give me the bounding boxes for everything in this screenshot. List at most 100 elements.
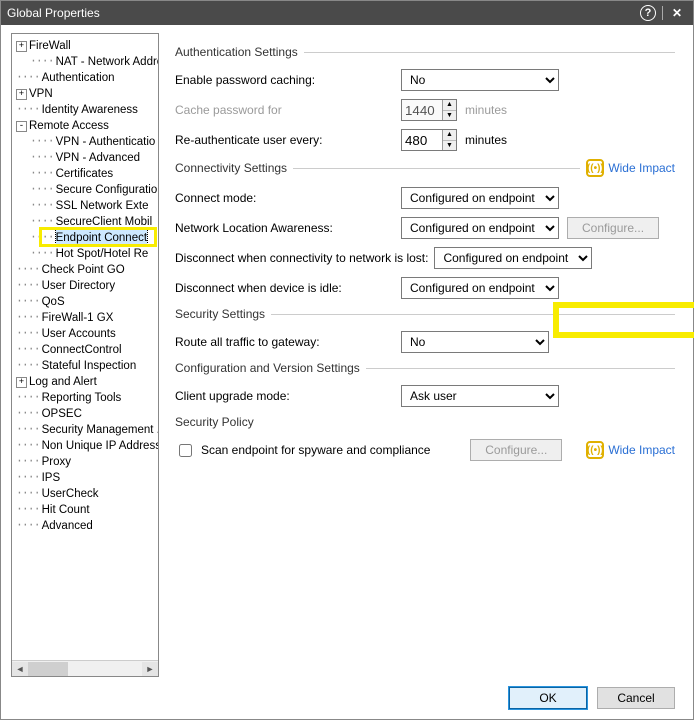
tree-item[interactable]: ····UserCheck <box>12 486 158 502</box>
tree-item[interactable]: ····User Directory <box>12 278 158 294</box>
tree-item[interactable]: ····NAT - Network Addres <box>12 54 158 70</box>
tree-item[interactable]: ····SecureClient Mobil <box>12 214 158 230</box>
nav-tree-panel: +FireWall····NAT - Network Addres····Aut… <box>11 33 159 677</box>
tree-item-label: Advanced <box>42 518 93 534</box>
tree-item-label: Proxy <box>42 454 71 470</box>
tree-item[interactable]: +VPN <box>12 86 158 102</box>
tree-item-label: User Accounts <box>42 326 116 342</box>
collapse-icon[interactable]: - <box>16 121 27 132</box>
section-security-title: Security Settings <box>175 307 265 321</box>
tree-item[interactable]: ····Identity Awareness <box>12 102 158 118</box>
scan-endpoint-checkbox[interactable] <box>179 444 192 457</box>
tree-item[interactable]: ····User Accounts <box>12 326 158 342</box>
tree-item-label: Non Unique IP Address <box>42 438 158 454</box>
tree-item[interactable]: ····FireWall-1 GX <box>12 310 158 326</box>
tree-item-label: QoS <box>42 294 65 310</box>
tree-branch-icon: ···· <box>16 518 40 534</box>
connect-mode-select[interactable]: Configured on endpoint client <box>401 187 559 209</box>
cache-password-for-stepper: ▲▼ <box>401 99 457 121</box>
tree-item[interactable]: ····Hot Spot/Hotel Re <box>12 246 158 262</box>
tree-item[interactable]: ····Hit Count <box>12 502 158 518</box>
scroll-thumb[interactable] <box>28 662 68 676</box>
tree-item[interactable]: ····QoS <box>12 294 158 310</box>
tree-item[interactable]: ····IPS <box>12 470 158 486</box>
tree-item[interactable]: ····Endpoint Connect <box>12 230 158 246</box>
enable-password-caching-select[interactable]: No <box>401 69 559 91</box>
tree-item[interactable]: ····SSL Network Exte <box>12 198 158 214</box>
tree-branch-icon: ···· <box>16 470 40 486</box>
tree-branch-icon: ···· <box>16 454 40 470</box>
tree-item-label: Stateful Inspection <box>42 358 137 374</box>
help-button[interactable]: ? <box>638 3 658 23</box>
spinner-up-icon: ▲ <box>443 100 456 111</box>
expand-icon[interactable]: + <box>16 89 27 100</box>
tree-item[interactable]: ····OPSEC <box>12 406 158 422</box>
disconnect-network-lost-select[interactable]: Configured on endpoint client <box>434 247 592 269</box>
tree-branch-icon: ···· <box>16 422 40 438</box>
tree-item-label: Security Management . <box>42 422 158 438</box>
expand-icon[interactable]: + <box>16 41 27 52</box>
reauthenticate-stepper[interactable]: ▲▼ <box>401 129 457 151</box>
spinner-down-icon[interactable]: ▼ <box>443 141 456 151</box>
section-security: Security Settings <box>175 307 675 321</box>
ok-button[interactable]: OK <box>509 687 587 709</box>
scan-endpoint-label: Scan endpoint for spyware and compliance <box>201 443 430 457</box>
disconnect-idle-select[interactable]: Configured on endpoint client <box>401 277 559 299</box>
tree-branch-icon: ···· <box>30 134 54 150</box>
tree-item[interactable]: ····ConnectControl <box>12 342 158 358</box>
section-config-version-title: Configuration and Version Settings <box>175 361 360 375</box>
tree-item-label: Endpoint Connect <box>56 230 147 246</box>
tree-item[interactable]: ····Reporting Tools <box>12 390 158 406</box>
wide-impact-icon: ((•)) <box>586 159 604 177</box>
tree-item-label: SecureClient Mobil <box>56 214 153 230</box>
tree-item[interactable]: ····Stateful Inspection <box>12 358 158 374</box>
scroll-left-icon[interactable]: ◄ <box>12 662 28 676</box>
connect-mode-label: Connect mode: <box>175 191 401 205</box>
close-button[interactable]: ✕ <box>667 3 687 23</box>
dialog-footer: OK Cancel <box>1 677 693 719</box>
tree-item[interactable]: ····Secure Configuratio <box>12 182 158 198</box>
nla-select[interactable]: Configured on endpoint client <box>401 217 559 239</box>
tree-item[interactable]: ····Non Unique IP Address <box>12 438 158 454</box>
tree-item[interactable]: -Remote Access <box>12 118 158 134</box>
tree-branch-icon: ···· <box>16 390 40 406</box>
enable-password-caching-label: Enable password caching: <box>175 73 401 87</box>
tree-branch-icon: ···· <box>30 246 54 262</box>
tree-item[interactable]: ····Certificates <box>12 166 158 182</box>
tree-item[interactable]: ····Proxy <box>12 454 158 470</box>
client-upgrade-mode-select[interactable]: Ask user <box>401 385 559 407</box>
reauthenticate-input[interactable] <box>402 130 442 150</box>
tree-item-label: Hot Spot/Hotel Re <box>56 246 149 262</box>
tree-item[interactable]: ····Security Management . <box>12 422 158 438</box>
reauthenticate-label: Re-authenticate user every: <box>175 133 401 147</box>
route-all-traffic-select[interactable]: No <box>401 331 549 353</box>
tree-horizontal-scrollbar[interactable]: ◄ ► <box>12 660 158 676</box>
tree-branch-icon: ···· <box>16 358 40 374</box>
section-connectivity: Connectivity Settings ((•)) Wide Impact <box>175 159 675 177</box>
reauthenticate-unit: minutes <box>465 133 507 147</box>
nla-configure-button: Configure... <box>567 217 659 239</box>
titlebar-divider <box>662 6 663 20</box>
tree-item[interactable]: ····Authentication <box>12 70 158 86</box>
tree-item[interactable]: ····VPN - Authenticatio <box>12 134 158 150</box>
expand-icon[interactable]: + <box>16 377 27 388</box>
tree-item-label: Reporting Tools <box>42 390 122 406</box>
tree-item[interactable]: ····Check Point GO <box>12 262 158 278</box>
spinner-up-icon[interactable]: ▲ <box>443 130 456 141</box>
nav-tree[interactable]: +FireWall····NAT - Network Addres····Aut… <box>12 34 158 660</box>
tree-item-label: NAT - Network Addres <box>56 54 158 70</box>
scroll-right-icon[interactable]: ► <box>142 662 158 676</box>
tree-item[interactable]: +FireWall <box>12 38 158 54</box>
section-config-version: Configuration and Version Settings <box>175 361 675 375</box>
window-title: Global Properties <box>7 6 638 20</box>
tree-item[interactable]: ····Advanced <box>12 518 158 534</box>
tree-item-label: Identity Awareness <box>42 102 138 118</box>
cancel-button[interactable]: Cancel <box>597 687 675 709</box>
wide-impact-link[interactable]: ((•)) Wide Impact <box>586 159 675 177</box>
tree-branch-icon: ···· <box>16 262 40 278</box>
wide-impact-link-2[interactable]: ((•)) Wide Impact <box>586 441 675 459</box>
tree-item[interactable]: ····VPN - Advanced <box>12 150 158 166</box>
tree-item-label: Check Point GO <box>42 262 125 278</box>
tree-item-label: FireWall <box>29 38 71 54</box>
tree-item[interactable]: +Log and Alert <box>12 374 158 390</box>
